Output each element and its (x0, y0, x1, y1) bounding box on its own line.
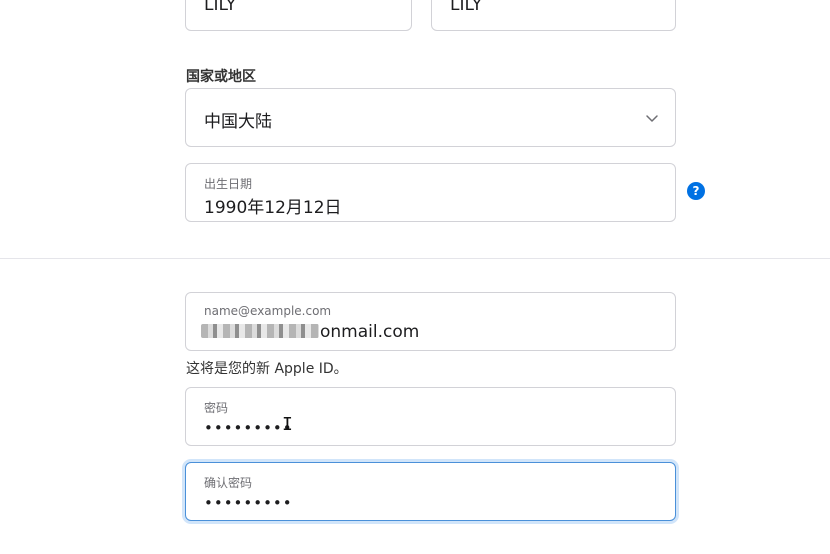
country-value: 中国大陆 (204, 112, 272, 132)
country-section-label: 国家或地区 (186, 69, 256, 85)
confirm-password-value: ••••••••• (204, 494, 293, 512)
last-name-field[interactable]: LILY (431, 0, 676, 31)
birthdate-value: 1990年12月12日 (204, 198, 342, 218)
email-value-suffix: onmail.com (320, 322, 420, 342)
apple-id-hint: 这将是您的新 Apple ID。 (186, 361, 348, 377)
email-value: onmail.com (201, 322, 420, 342)
chevron-down-icon (646, 115, 658, 122)
birthdate-label: 出生日期 (204, 177, 253, 191)
email-field[interactable]: name@example.com onmail.com (185, 292, 676, 351)
first-name-field[interactable]: LILY (185, 0, 412, 31)
password-field[interactable]: 密码 ••••••••• (185, 387, 676, 446)
help-icon[interactable]: ? (687, 182, 705, 200)
email-placeholder: name@example.com (204, 304, 332, 318)
country-select[interactable]: 中国大陆 (185, 88, 676, 147)
password-label: 密码 (204, 401, 229, 415)
last-name-value: LILY (450, 0, 483, 15)
text-cursor-icon: I (282, 414, 293, 435)
section-divider (0, 258, 830, 259)
confirm-password-field[interactable]: 确认密码 ••••••••• (185, 462, 676, 521)
confirm-password-label: 确认密码 (204, 476, 253, 490)
first-name-value: LILY (204, 0, 237, 15)
password-value: ••••••••• (204, 419, 293, 437)
birthdate-field[interactable]: 出生日期 1990年12月12日 (185, 163, 676, 222)
redacted-blur (201, 324, 319, 338)
